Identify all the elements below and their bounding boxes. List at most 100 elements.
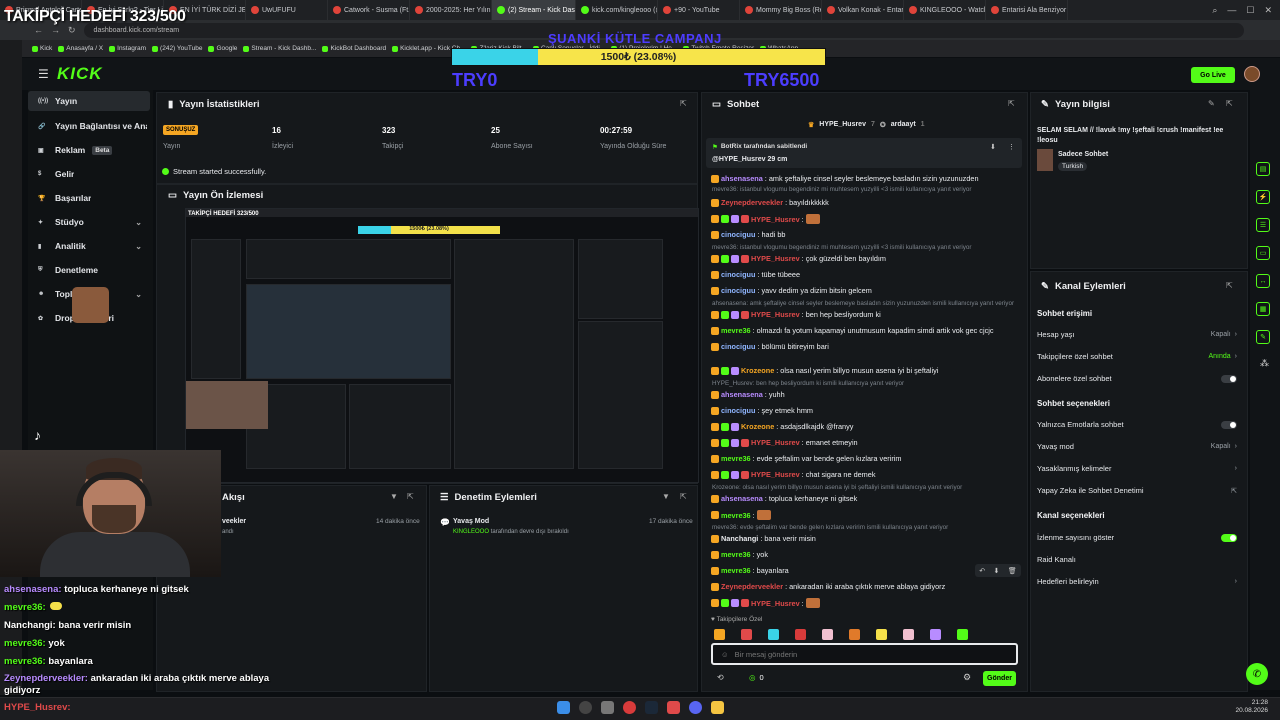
channel-action-row[interactable]: Yavaş mod Kapalı › xyxy=(1037,442,1237,451)
delete-icon[interactable]: 🗑 xyxy=(1008,567,1017,575)
chat-message[interactable]: ahsenasena: yuhh xyxy=(711,390,785,399)
browser-tab[interactable]: kick.com/kingleooo (@k xyxy=(576,0,658,20)
emote-icon[interactable] xyxy=(768,628,779,640)
chat-message[interactable]: cinociguu: tübe tübeee xyxy=(711,270,800,279)
kick-logo[interactable]: KICK xyxy=(57,64,103,84)
chat-username[interactable]: cinociguu xyxy=(721,230,755,239)
chat-username[interactable]: ahsenasena xyxy=(721,390,763,399)
go-live-button[interactable]: Go Live xyxy=(1191,67,1235,83)
chat-message[interactable]: cinociguu: yavv dedim ya dizim bitsin gel… xyxy=(711,286,872,295)
chat-message[interactable]: HYPE_Husrev: xyxy=(711,598,820,608)
chat-message[interactable]: mevre36: evde şeftalim var bende gelen kı… xyxy=(711,454,901,463)
chat-username[interactable]: mevre36 xyxy=(721,550,751,559)
external-link-icon[interactable]: ⇱ xyxy=(680,99,687,108)
avatar[interactable] xyxy=(1244,66,1260,82)
top-chatter-2[interactable]: ardaayt xyxy=(891,121,916,129)
chat-message[interactable]: mevre36: olmazdı fa yotum kapamayi unutmu… xyxy=(711,326,994,335)
chat-username[interactable]: Krozeone xyxy=(741,422,774,431)
sidebar-item[interactable]: ⛨ Denetleme xyxy=(28,260,150,280)
pin-icon[interactable]: ⬇ xyxy=(994,567,1000,575)
bookmark-item[interactable]: (242) YouTube xyxy=(152,45,202,52)
send-button[interactable]: Gönder xyxy=(983,671,1016,686)
chat-message[interactable]: HYPE_Husrev: xyxy=(711,214,820,224)
mod-item-user[interactable]: KINGLEOOO xyxy=(453,529,489,535)
chat-message[interactable]: Zeynepderveekler: ankaradan iki araba çık… xyxy=(711,582,945,591)
chat-message[interactable]: mevre36: bayanlara xyxy=(711,566,789,575)
chat-message[interactable]: ahsenasena: amk şeftaliye cinsel seyler b… xyxy=(711,174,979,183)
bookmark-item[interactable]: Instagram xyxy=(109,45,146,52)
emote-icon[interactable] xyxy=(795,628,806,640)
sidebar-item[interactable]: ((•)) Yayın xyxy=(28,91,150,111)
emote-icon[interactable] xyxy=(714,628,725,640)
chat-message[interactable]: Krozeone: olsa nasıl yerim billyo musun a… xyxy=(711,366,938,375)
chat-username[interactable]: cinociguu xyxy=(721,406,755,415)
toggle[interactable] xyxy=(1221,420,1237,429)
browser-tab[interactable]: UwUFUFU xyxy=(246,0,328,20)
filter-icon[interactable]: ▼ xyxy=(662,492,670,501)
chat-username[interactable]: mevre36 xyxy=(721,326,751,335)
chat-message[interactable]: mevre36: xyxy=(711,510,771,520)
browser-tab[interactable]: Entarisi Ala Benziyor - Vi xyxy=(986,0,1068,20)
sidebar-item[interactable]: ✦ Stüdyo ⌄ xyxy=(28,212,150,232)
channel-action-row[interactable]: Hedefleri belirleyin › xyxy=(1037,577,1237,586)
search-icon[interactable] xyxy=(579,701,592,714)
channel-action-row[interactable]: Hesap yaşı Kapalı › xyxy=(1037,330,1237,339)
emote-icon[interactable] xyxy=(903,628,914,640)
browser-tab[interactable]: KINGLEOOO - Watch cli xyxy=(904,0,986,20)
emote-icon[interactable] xyxy=(876,628,887,640)
chat-message[interactable]: Krozeone: asdajsdlkajdk @franyy xyxy=(711,422,853,431)
bolt-icon[interactable]: ⚡ xyxy=(1256,190,1270,204)
chat-username[interactable]: Zeynepderveekler xyxy=(721,582,783,591)
help-chat-icon[interactable]: ✆ xyxy=(1246,663,1268,685)
channel-action-row[interactable]: Abonelere özel sohbet xyxy=(1037,374,1237,383)
panel-icon[interactable]: ▤ xyxy=(1256,162,1270,176)
chat-username[interactable]: cinociguu xyxy=(721,286,755,295)
bookmark-item[interactable]: Anasayfa / X xyxy=(58,45,103,52)
browser-tab[interactable]: (2) Stream - Kick Dashb xyxy=(492,0,576,20)
stream-preview[interactable]: TAKİPÇİ HEDEFİ 323/500 1500₺ (23.08%) xyxy=(185,208,699,483)
app-icon[interactable] xyxy=(667,701,680,714)
sidebar-item[interactable]: $ Gelir xyxy=(28,164,150,184)
filter-icon[interactable]: ▼ xyxy=(390,492,398,501)
emote-icon[interactable] xyxy=(822,628,833,640)
chat-message[interactable]: HYPE_Husrev: ben hep besliyordum ki xyxy=(711,310,881,319)
chat-username[interactable]: mevre36 xyxy=(721,511,751,520)
chat-username[interactable]: ahsenasena xyxy=(721,494,763,503)
tool-icon[interactable]: ✎ xyxy=(1256,330,1270,344)
channel-action-row[interactable]: Raid Kanalı xyxy=(1037,555,1237,564)
sidebar-item[interactable]: 🔗 Yayın Bağlantısı ve Anahtarı xyxy=(28,116,150,136)
chat-message[interactable]: HYPE_Husrev: emanet etmeyin xyxy=(711,438,858,447)
start-icon[interactable] xyxy=(557,701,570,714)
bookmark-item[interactable]: KickBot Dashboard xyxy=(322,45,386,52)
chat-message[interactable]: ahsenasena: topluca kerhaneye ni gitsek xyxy=(711,494,857,503)
gear-icon[interactable]: ⚙ xyxy=(963,672,971,683)
chat-message[interactable]: mevre36: yok xyxy=(711,550,768,559)
channel-action-row[interactable]: Yasaklanmış kelimeler › xyxy=(1037,464,1237,473)
chat-input[interactable]: ☺ Bir mesaj gönderin xyxy=(711,643,1018,665)
toggle[interactable] xyxy=(1221,374,1237,383)
chat-username[interactable]: HYPE_Husrev xyxy=(751,438,800,447)
browser-tab[interactable]: Volkan Konak - Entarisi A xyxy=(822,0,904,20)
browser-tab[interactable]: 2000-2025: Her Yılın En xyxy=(410,0,492,20)
bookmark-item[interactable]: Google xyxy=(208,45,237,52)
opera-icon[interactable] xyxy=(623,701,636,714)
external-link-icon[interactable]: ⇱ xyxy=(1226,281,1233,290)
channel-action-row[interactable]: Yalnızca Emotlarla sohbet xyxy=(1037,420,1237,429)
reply-icon[interactable]: ↶ xyxy=(979,567,985,575)
external-link-icon[interactable]: ⇱ xyxy=(407,492,414,501)
channel-action-row[interactable]: İzlenme sayısını göster xyxy=(1037,533,1237,542)
toggle[interactable] xyxy=(1221,533,1237,542)
emote-icon[interactable] xyxy=(930,628,941,640)
chat-username[interactable]: HYPE_Husrev xyxy=(751,254,800,263)
browser-tab[interactable]: +90 - YouTube xyxy=(658,0,740,20)
chat-username[interactable]: Krozeone xyxy=(741,366,774,375)
emote-icon[interactable] xyxy=(957,628,968,640)
chat-username[interactable]: cinociguu xyxy=(721,342,755,351)
unpin-icon[interactable]: ⬇ xyxy=(990,143,996,151)
top-chatter-1[interactable]: HYPE_Husrev xyxy=(819,121,866,129)
expand-icon[interactable]: ↔ xyxy=(1256,274,1270,288)
bookmark-item[interactable]: Stream - Kick Dashb... xyxy=(243,45,316,52)
chat-username[interactable]: Zeynepderveekler xyxy=(721,198,783,207)
forward-icon[interactable]: → xyxy=(51,25,60,35)
chat-message[interactable]: Zeynepderveekler: bayıldıkkkkk xyxy=(711,198,829,207)
